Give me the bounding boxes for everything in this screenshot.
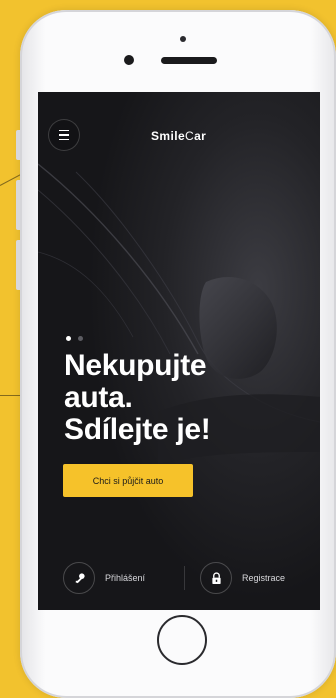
brand-logo-glyph: C bbox=[185, 129, 195, 143]
menu-button[interactable] bbox=[48, 119, 80, 151]
carousel-dot-active[interactable] bbox=[66, 336, 71, 341]
auth-divider bbox=[184, 566, 185, 590]
login-button[interactable]: Přihlášení bbox=[63, 562, 145, 594]
rent-car-button[interactable]: Chci si půjčit auto bbox=[63, 464, 193, 497]
hero-headline: Nekupujte auta. Sdílejte je! bbox=[64, 349, 211, 446]
hero-headline-line: Sdílejte je! bbox=[64, 413, 211, 446]
register-button[interactable]: Registrace bbox=[200, 562, 285, 594]
login-label: Přihlášení bbox=[105, 573, 146, 583]
phone-sensor bbox=[180, 36, 186, 42]
app-screen: SmileCar Nekupujte auta. Sdílejte je! Ch… bbox=[38, 92, 320, 610]
key-icon bbox=[63, 562, 95, 594]
phone-home-button[interactable] bbox=[157, 615, 207, 665]
lock-icon bbox=[200, 562, 232, 594]
phone-frame: SmileCar Nekupujte auta. Sdílejte je! Ch… bbox=[16, 10, 336, 698]
phone-camera bbox=[124, 55, 134, 65]
carousel-dot[interactable] bbox=[78, 336, 83, 341]
hero-headline-line: Nekupujte bbox=[64, 349, 207, 382]
brand-logo[interactable]: SmileCar bbox=[151, 129, 206, 143]
brand-logo-text: Smile bbox=[151, 129, 186, 143]
register-label: Registrace bbox=[242, 573, 286, 583]
hero-headline-line: auta. bbox=[64, 381, 133, 414]
brand-logo-text: ar bbox=[194, 129, 207, 143]
phone-volume-up bbox=[16, 180, 20, 230]
phone-speaker bbox=[161, 57, 217, 64]
carousel-pagination bbox=[66, 336, 83, 341]
hamburger-menu-icon bbox=[59, 128, 69, 142]
phone-volume-down bbox=[16, 240, 20, 290]
phone-mute-switch bbox=[16, 130, 20, 160]
